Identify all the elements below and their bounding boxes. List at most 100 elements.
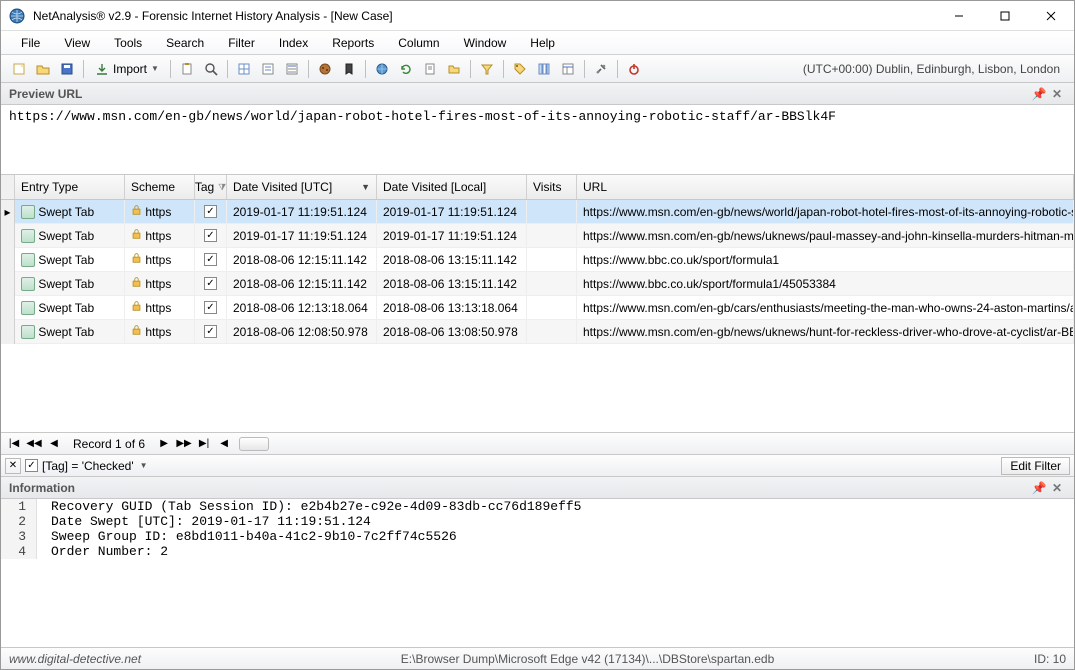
status-id: ID: 10	[1034, 652, 1066, 666]
detail-icon[interactable]	[257, 58, 279, 80]
column-tag[interactable]: Tag⧩	[195, 175, 227, 199]
folder-icon[interactable]	[443, 58, 465, 80]
nav-last-icon[interactable]: ▶|	[195, 435, 213, 453]
menu-filter[interactable]: Filter	[216, 33, 267, 53]
status-left: www.digital-detective.net	[9, 652, 141, 666]
lock-icon	[131, 276, 142, 291]
document-icon[interactable]	[419, 58, 441, 80]
lock-icon	[131, 252, 142, 267]
bookmark-icon[interactable]	[338, 58, 360, 80]
column-date-utc[interactable]: Date Visited [UTC]▼	[227, 175, 377, 199]
tag-icon[interactable]	[509, 58, 531, 80]
table-row[interactable]: Swept Tab https ✓ 2018-08-06 12:15:11.14…	[1, 272, 1074, 296]
panel-pin-icon[interactable]: 📌	[1030, 85, 1048, 103]
columns-icon[interactable]	[533, 58, 555, 80]
swept-tab-icon	[21, 205, 35, 219]
nav-scroll-left[interactable]: ◀	[215, 435, 233, 453]
grid-header: Entry Type Scheme Tag⧩ Date Visited [UTC…	[1, 175, 1074, 200]
grid-body[interactable]: ▸ Swept Tab https ✓ 2019-01-17 11:19:51.…	[1, 200, 1074, 432]
nav-first-icon[interactable]: |◀	[5, 435, 23, 453]
table-row[interactable]: Swept Tab https ✓ 2019-01-17 11:19:51.12…	[1, 224, 1074, 248]
lock-icon	[131, 324, 142, 339]
list-icon[interactable]	[281, 58, 303, 80]
swept-tab-icon	[21, 325, 35, 339]
tag-checkbox[interactable]: ✓	[204, 253, 217, 266]
timezone-label: (UTC+00:00) Dublin, Edinburgh, Lisbon, L…	[795, 62, 1068, 76]
table-row[interactable]: Swept Tab https ✓ 2018-08-06 12:08:50.97…	[1, 320, 1074, 344]
table-row[interactable]: Swept Tab https ✓ 2018-08-06 12:15:11.14…	[1, 248, 1074, 272]
nav-next-page-icon[interactable]: ▶▶	[175, 435, 193, 453]
nav-scroll-thumb[interactable]	[239, 437, 269, 451]
tag-checkbox[interactable]: ✓	[204, 205, 217, 218]
preview-heading: Preview URL	[9, 87, 82, 101]
clipboard-icon[interactable]	[176, 58, 198, 80]
settings-icon[interactable]	[590, 58, 612, 80]
lock-icon	[131, 300, 142, 315]
app-window: NetAnalysis® v2.9 - Forensic Internet Hi…	[0, 0, 1075, 670]
edit-filter-button[interactable]: Edit Filter	[1001, 457, 1070, 475]
menu-window[interactable]: Window	[452, 33, 519, 53]
swept-tab-icon	[21, 277, 35, 291]
menu-index[interactable]: Index	[267, 33, 320, 53]
nav-next-icon[interactable]: ▶	[155, 435, 173, 453]
information-panel: Information 📌 ✕ 1Recovery GUID (Tab Sess…	[1, 477, 1074, 647]
status-path: E:\Browser Dump\Microsoft Edge v42 (1713…	[141, 652, 1034, 666]
maximize-button[interactable]	[982, 1, 1028, 31]
swept-tab-icon	[21, 253, 35, 267]
globe-icon[interactable]	[371, 58, 393, 80]
data-grid: Entry Type Scheme Tag⧩ Date Visited [UTC…	[1, 175, 1074, 433]
info-panel-close-icon[interactable]: ✕	[1048, 479, 1066, 497]
menu-column[interactable]: Column	[386, 33, 451, 53]
column-visits[interactable]: Visits	[527, 175, 577, 199]
close-button[interactable]	[1028, 1, 1074, 31]
nav-prev-page-icon[interactable]: ◀◀	[25, 435, 43, 453]
record-counter: Record 1 of 6	[65, 437, 153, 451]
minimize-button[interactable]	[936, 1, 982, 31]
nav-prev-icon[interactable]: ◀	[45, 435, 63, 453]
titlebar: NetAnalysis® v2.9 - Forensic Internet Hi…	[1, 1, 1074, 31]
search-icon[interactable]	[200, 58, 222, 80]
app-icon	[9, 8, 25, 24]
new-case-icon[interactable]	[8, 58, 30, 80]
information-heading: Information	[9, 481, 75, 495]
layout-icon[interactable]	[557, 58, 579, 80]
record-navigator: |◀ ◀◀ ◀ Record 1 of 6 ▶ ▶▶ ▶| ◀	[1, 433, 1074, 455]
menu-file[interactable]: File	[9, 33, 52, 53]
column-url[interactable]: URL	[577, 175, 1074, 199]
tag-checkbox[interactable]: ✓	[204, 301, 217, 314]
cookie-icon[interactable]	[314, 58, 336, 80]
menu-view[interactable]: View	[52, 33, 102, 53]
tag-checkbox[interactable]: ✓	[204, 229, 217, 242]
column-scheme[interactable]: Scheme	[125, 175, 195, 199]
save-icon[interactable]	[56, 58, 78, 80]
grid-icon[interactable]	[233, 58, 255, 80]
tag-checkbox[interactable]: ✓	[204, 325, 217, 338]
menubar: File View Tools Search Filter Index Repo…	[1, 31, 1074, 55]
tag-checkbox[interactable]: ✓	[204, 277, 217, 290]
filter-bar: ✕ ✓ [Tag] = 'Checked' ▼ Edit Filter	[1, 455, 1074, 477]
table-row[interactable]: ▸ Swept Tab https ✓ 2019-01-17 11:19:51.…	[1, 200, 1074, 224]
power-icon[interactable]	[623, 58, 645, 80]
swept-tab-icon	[21, 301, 35, 315]
filter-close-icon[interactable]: ✕	[5, 458, 21, 474]
info-panel-pin-icon[interactable]: 📌	[1030, 479, 1048, 497]
funnel-icon[interactable]	[476, 58, 498, 80]
menu-reports[interactable]: Reports	[320, 33, 386, 53]
filter-expression: [Tag] = 'Checked'	[42, 459, 134, 473]
filter-dropdown-icon[interactable]: ▼	[140, 461, 148, 470]
lock-icon	[131, 204, 142, 219]
column-entry-type[interactable]: Entry Type	[15, 175, 125, 199]
menu-search[interactable]: Search	[154, 33, 216, 53]
status-bar: www.digital-detective.net E:\Browser Dum…	[1, 647, 1074, 669]
menu-help[interactable]: Help	[518, 33, 567, 53]
preview-url-text: https://www.msn.com/en-gb/news/world/jap…	[1, 105, 1074, 175]
table-row[interactable]: Swept Tab https ✓ 2018-08-06 12:13:18.06…	[1, 296, 1074, 320]
column-date-local[interactable]: Date Visited [Local]	[377, 175, 527, 199]
menu-tools[interactable]: Tools	[102, 33, 154, 53]
refresh-icon[interactable]	[395, 58, 417, 80]
information-text: 1Recovery GUID (Tab Session ID): e2b4b27…	[1, 499, 1074, 647]
panel-close-icon[interactable]: ✕	[1048, 85, 1066, 103]
filter-checkbox[interactable]: ✓	[25, 459, 38, 472]
open-case-icon[interactable]	[32, 58, 54, 80]
import-button[interactable]: Import ▼	[89, 58, 165, 80]
